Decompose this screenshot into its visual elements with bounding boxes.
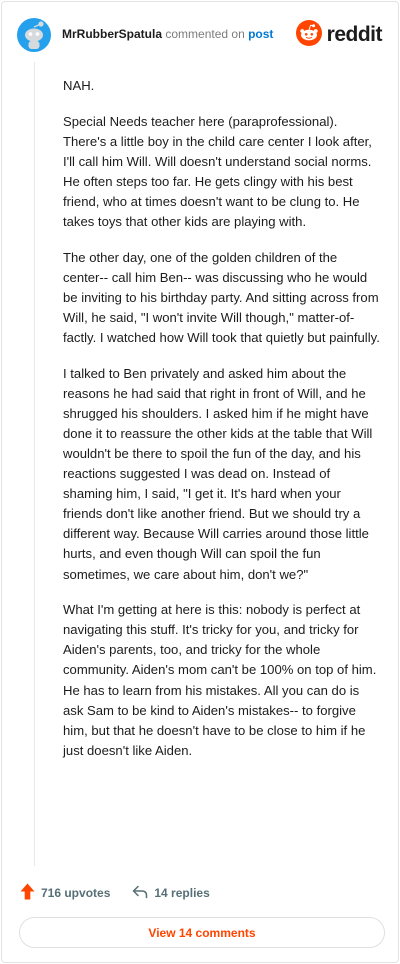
avatar-icon[interactable] (17, 18, 51, 52)
comment-paragraph: NAH. (63, 78, 95, 93)
reply-count: 14 replies (154, 886, 210, 900)
reddit-logo-text: reddit (326, 23, 383, 46)
reddit-logo[interactable]: reddit (295, 19, 383, 51)
reply-icon (132, 885, 154, 902)
upvote-icon (20, 883, 41, 903)
comment-paragraph: What I'm getting at here is this: nobody… (63, 602, 377, 758)
comment-paragraph: I talked to Ben privately and asked him … (63, 365, 373, 582)
comment-actions: 716 upvotes 14 replies (20, 883, 232, 903)
comment-verb: commented on (165, 27, 245, 41)
author-name[interactable]: MrRubberSpatula (62, 27, 162, 41)
reddit-logo-icon (295, 19, 322, 51)
comment-paragraph: Special Needs teacher here (paraprofessi… (63, 113, 372, 230)
comment-body: NAH. Special Needs teacher here (parapro… (63, 76, 381, 776)
comment-card: MrRubberSpatula commented on post reddit… (1, 1, 399, 963)
replies-button[interactable]: 14 replies (132, 885, 210, 902)
comment-paragraph: The other day, one of the golden childre… (63, 249, 380, 346)
post-link[interactable]: post (248, 27, 273, 41)
comment-header: MrRubberSpatula commented on post reddit (16, 16, 384, 54)
view-comments-button[interactable]: View 14 comments (19, 917, 385, 948)
thread-line[interactable] (34, 62, 35, 866)
upvote-button[interactable]: 716 upvotes (20, 883, 110, 903)
author-line: MrRubberSpatula commented on post (62, 27, 273, 41)
upvote-count: 716 upvotes (41, 886, 111, 900)
